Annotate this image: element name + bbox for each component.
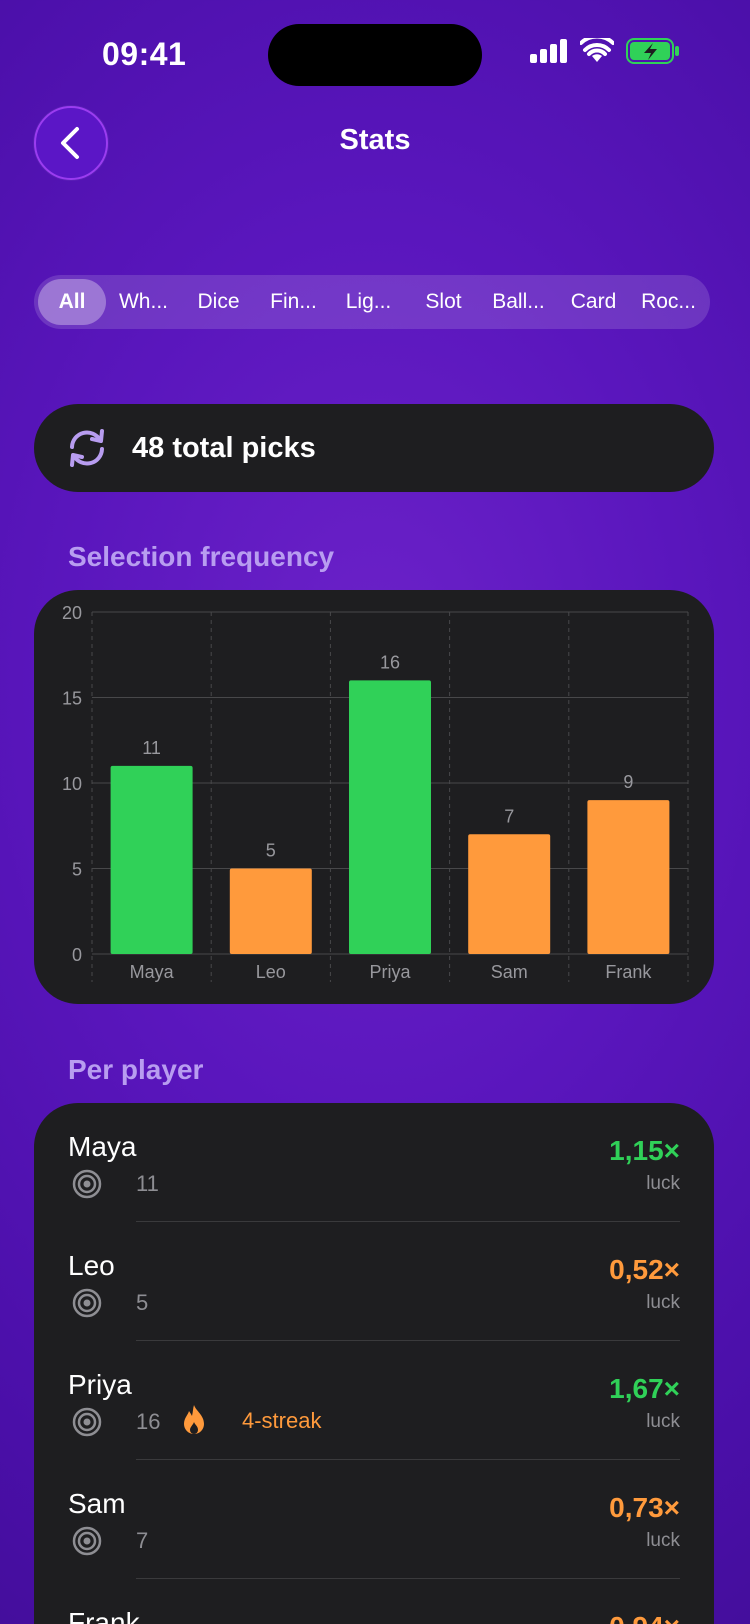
- bar-maya: [110, 765, 193, 954]
- bar-priya: [349, 680, 431, 954]
- filter-card[interactable]: Card: [556, 279, 631, 325]
- y-tick-label: 5: [72, 860, 82, 880]
- player-row-priya[interactable]: Priya 16 4-streak 1,67× luck: [34, 1341, 714, 1460]
- filter-all[interactable]: All: [38, 279, 106, 325]
- player-row-leo[interactable]: Leo 5 0,52× luck: [34, 1222, 714, 1341]
- bar-leo: [229, 868, 312, 954]
- luck-label: luck: [646, 1530, 680, 1551]
- game-filter-segmented-control: All Wh... Dice Fin... Lig... Slot Ball..…: [34, 275, 710, 329]
- target-icon: [72, 1288, 102, 1318]
- filter-lightning[interactable]: Lig...: [331, 279, 406, 325]
- selection-frequency-title: Selection frequency: [68, 541, 335, 572]
- per-player-list: Maya 11 1,15× luck Leo 5 0,52× luck Priy…: [34, 1103, 714, 1624]
- bar-value-label: 5: [266, 841, 276, 861]
- per-player-title: Per player: [68, 1054, 204, 1085]
- streak-badge: 4-streak: [242, 1408, 322, 1433]
- player-name: Maya: [68, 1131, 137, 1162]
- filter-dice[interactable]: Dice: [181, 279, 256, 325]
- luck-label: luck: [646, 1292, 680, 1313]
- status-bar: 09:41: [0, 0, 750, 110]
- luck-label: luck: [646, 1411, 680, 1432]
- x-tick-label: Sam: [491, 962, 528, 982]
- dynamic-island: [268, 24, 482, 86]
- player-row-frank[interactable]: Frank 9 0,94× luck: [34, 1579, 714, 1624]
- luck-value: 1,67×: [609, 1373, 680, 1404]
- flame-icon: [184, 1405, 204, 1434]
- y-tick-label: 0: [72, 945, 82, 965]
- luck-value: 0,52×: [609, 1254, 680, 1285]
- pick-count: 16: [136, 1409, 161, 1434]
- x-tick-label: Maya: [130, 962, 175, 982]
- y-tick-label: 15: [62, 689, 82, 709]
- x-tick-label: Frank: [605, 962, 652, 982]
- luck-value: 0,94×: [609, 1611, 680, 1624]
- x-tick-label: Priya: [369, 962, 411, 982]
- bar-value-label: 9: [623, 772, 633, 792]
- bar-value-label: 11: [142, 738, 161, 758]
- target-icon: [72, 1407, 102, 1437]
- bar-value-label: 7: [504, 806, 514, 826]
- pick-count: 5: [136, 1290, 149, 1315]
- luck-label: luck: [646, 1173, 680, 1194]
- page-title: Stats: [339, 124, 411, 156]
- filter-wheel[interactable]: Wh...: [106, 279, 181, 325]
- player-name: Priya: [68, 1369, 132, 1400]
- player-row-sam[interactable]: Sam 7 0,73× luck: [34, 1460, 714, 1579]
- selection-frequency-chart: 0 5 10 15 20 11 Maya 5 Leo 16 Priya 7 Sam 9 Frank: [34, 590, 714, 1004]
- status-icons: [530, 38, 680, 64]
- wifi-icon: [580, 38, 614, 62]
- cellular-signal-icon: [530, 39, 567, 63]
- luck-value: 1,15×: [609, 1135, 680, 1166]
- filter-ball[interactable]: Ball...: [481, 279, 556, 325]
- player-row-maya[interactable]: Maya 11 1,15× luck: [34, 1103, 714, 1222]
- status-time: 09:41: [102, 36, 187, 72]
- target-icon: [72, 1169, 102, 1199]
- total-picks-label: 48 total picks: [132, 431, 316, 464]
- x-tick-label: Leo: [256, 962, 286, 982]
- battery-charging-icon: [626, 38, 679, 64]
- y-tick-label: 20: [62, 603, 82, 623]
- pick-count: 7: [136, 1528, 149, 1553]
- player-name: Leo: [68, 1250, 115, 1281]
- luck-value: 0,73×: [609, 1492, 680, 1523]
- bar-sam: [468, 834, 551, 954]
- bar-frank: [587, 800, 670, 954]
- refresh-cycle-icon: [70, 429, 104, 467]
- filter-slot[interactable]: Slot: [406, 279, 481, 325]
- player-name: Sam: [68, 1488, 126, 1519]
- filter-rocket[interactable]: Roc...: [631, 279, 706, 325]
- target-icon: [72, 1526, 102, 1556]
- filter-finger[interactable]: Fin...: [256, 279, 331, 325]
- total-picks-card: 48 total picks: [34, 404, 714, 492]
- bar-value-label: 16: [380, 652, 400, 672]
- bar-chart: 0 5 10 15 20 11 Maya 5 Leo 16 Priya 7 Sam 9 Frank: [62, 603, 689, 982]
- player-name: Frank: [68, 1607, 140, 1624]
- pick-count: 11: [136, 1171, 159, 1196]
- y-tick-label: 10: [62, 774, 82, 794]
